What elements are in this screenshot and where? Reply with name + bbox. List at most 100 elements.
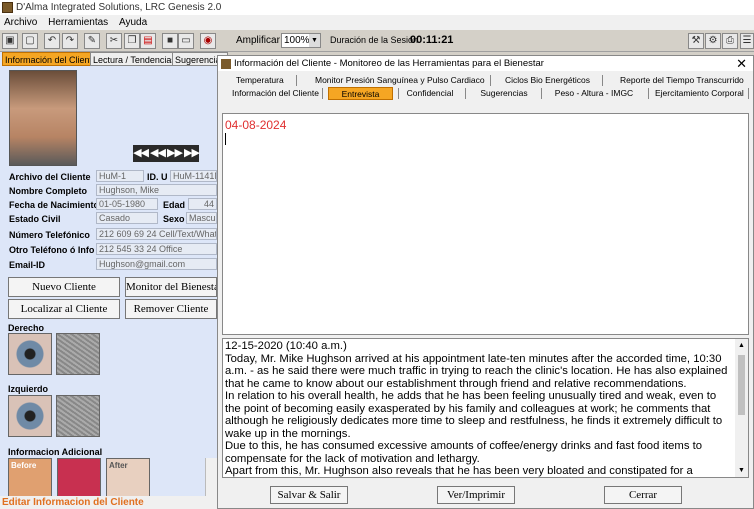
tab-separator <box>322 88 323 99</box>
menu-icon[interactable]: ☰ <box>740 33 754 49</box>
birthdate-field[interactable]: 01-05-1980 <box>96 198 158 210</box>
tools-icon[interactable]: ⚒ <box>688 33 704 49</box>
tab-exercise[interactable]: Ejercitamiento Corporal <box>655 87 744 100</box>
label-client-file: Archivo del Cliente <box>9 172 91 182</box>
close-button[interactable]: Cerrar <box>604 486 682 504</box>
new-client-button[interactable]: Nuevo Cliente <box>8 277 120 297</box>
wellness-monitor-button[interactable]: Monitor del Bienestar <box>125 277 217 297</box>
folder-icon[interactable]: ▭ <box>178 33 194 49</box>
client-photo <box>9 70 77 166</box>
copy-icon[interactable]: ❐ <box>124 33 140 49</box>
dialog-title: Información del Cliente - Monitoreo de l… <box>218 56 753 71</box>
menu-ayuda[interactable]: Ayuda <box>115 15 151 30</box>
tab-blood-pressure[interactable]: Monitor Presión Sanguínea y Pulso Cardia… <box>315 74 485 87</box>
email-field[interactable]: Hughson@gmail.com <box>96 258 217 270</box>
interview-editor[interactable]: 04-08-2024 <box>222 113 749 335</box>
left-iris-image[interactable] <box>8 395 52 437</box>
label-marital: Estado Civil <box>9 214 61 224</box>
amplify-label: Amplificar <box>236 35 280 46</box>
left-skin-image[interactable] <box>56 395 100 437</box>
menu-herramientas[interactable]: Herramientas <box>44 15 112 30</box>
redo-icon[interactable]: ↷ <box>62 33 78 49</box>
print-icon[interactable]: ⎙ <box>722 33 738 49</box>
close-icon[interactable]: ✕ <box>736 56 747 71</box>
zoom-value: 100% <box>284 35 310 46</box>
chevron-down-icon[interactable]: ▼ <box>309 34 320 47</box>
tab-separator <box>748 88 749 99</box>
stop-icon[interactable]: ■ <box>162 33 178 49</box>
nail-after-image[interactable]: After <box>106 458 150 500</box>
undo-icon[interactable]: ↶ <box>44 33 60 49</box>
dialog-icon <box>221 59 231 69</box>
left-eye-heading: Izquierdo <box>8 384 48 394</box>
tab-separator <box>541 88 542 99</box>
app-icon <box>2 2 13 13</box>
label-age: Edad <box>163 200 186 210</box>
save-exit-button[interactable]: Salvar & Salir <box>270 486 348 504</box>
tab-confidential[interactable]: Confidencial <box>405 87 455 100</box>
label-sex: Sexo <box>163 214 185 224</box>
tab-trends[interactable]: Lectura / Tendencias <box>90 52 179 66</box>
edit-icon[interactable]: ✎ <box>84 33 100 49</box>
scroll-thumb[interactable] <box>738 355 745 415</box>
scroll-up-icon[interactable]: ▲ <box>735 339 748 352</box>
age-field[interactable]: 44 <box>188 198 217 210</box>
tab-separator <box>602 75 603 86</box>
zoom-select[interactable]: 100% ▼ <box>281 33 321 48</box>
nail-middle-image[interactable] <box>57 458 101 500</box>
client-file-field[interactable]: HuM-1 <box>96 170 144 182</box>
tab-weight-height[interactable]: Peso - Altura - IMGC <box>554 87 634 100</box>
label-email: Email-ID <box>9 260 46 270</box>
tab-separator <box>490 75 491 86</box>
label-id: ID. U <box>147 172 168 182</box>
view-print-button[interactable]: Ver/Imprimir <box>437 486 515 504</box>
right-skin-image[interactable] <box>56 333 100 375</box>
record-navigation[interactable]: ◀◀ ◀◀ ▶▶ ▶▶ <box>133 145 200 162</box>
label-full-name: Nombre Completo <box>9 186 88 196</box>
tab-elapsed-report[interactable]: Reporte del Tiempo Transcurrido <box>620 74 744 87</box>
phone-field[interactable]: 212 609 69 24 Cell/Text/Whatsapp <box>96 228 217 240</box>
marital-status-field[interactable]: Casado <box>96 212 158 224</box>
tab-suggestions[interactable]: Sugerencias <box>476 87 532 100</box>
left-scrollbar[interactable] <box>205 458 217 496</box>
notes-scrollbar[interactable]: ▲ ▼ <box>735 339 748 477</box>
tab-temperature[interactable]: Temperatura <box>236 74 284 87</box>
tab-interview[interactable]: Entrevista <box>328 87 393 100</box>
save-icon[interactable]: ▣ <box>2 33 18 49</box>
right-iris-image[interactable] <box>8 333 52 375</box>
id-field[interactable]: HuM-1141NJ <box>170 170 217 182</box>
wellness-dialog: Información del Cliente - Monitoreo de l… <box>217 55 754 509</box>
locate-client-button[interactable]: Localizar al Cliente <box>8 299 120 319</box>
additional-info-heading: Informacion Adicional <box>8 447 103 457</box>
label-other-phone: Otro Teléfono ó Info <box>9 245 95 255</box>
nail-before-image[interactable]: Before <box>8 458 52 500</box>
remove-client-button[interactable]: Remover Cliente <box>125 299 217 319</box>
paste-icon[interactable]: ▤ <box>140 33 156 49</box>
window-title: D'Alma Integrated Solutions, LRC Genesis… <box>0 0 754 15</box>
right-eye-heading: Derecho <box>8 323 45 333</box>
cut-icon[interactable]: ✂ <box>106 33 122 49</box>
menu-archivo[interactable]: Archivo <box>0 15 41 30</box>
full-name-field[interactable]: Hughson, Mike <box>96 184 217 196</box>
tab-client-info[interactable]: Información del Cliente <box>232 87 319 100</box>
tab-client-info[interactable]: Información del Cliente <box>2 52 101 66</box>
notes-textarea[interactable]: 12-15-2020 (10:40 a.m.) Today, Mr. Mike … <box>222 338 749 478</box>
other-phone-field[interactable]: 212 545 33 24 Office <box>96 243 217 255</box>
tab-bio-cycles[interactable]: Ciclos Bio Energéticos <box>505 74 590 87</box>
session-label: Duración de la Sesión <box>330 35 419 45</box>
settings-icon[interactable]: ⚙ <box>705 33 721 49</box>
tab-separator <box>465 88 466 99</box>
scroll-down-icon[interactable]: ▼ <box>735 464 748 477</box>
status-bar: Editar Informacion del Cliente <box>0 496 217 509</box>
session-timer: 00:11:21 <box>410 34 454 46</box>
tab-separator <box>296 75 297 86</box>
record-icon[interactable]: ◉ <box>200 33 216 49</box>
blank-icon[interactable]: ▢ <box>22 33 38 49</box>
editor-date: 04-08-2024 <box>225 118 287 132</box>
sex-field[interactable]: Masculino <box>186 212 217 224</box>
notes-text: 12-15-2020 (10:40 a.m.) Today, Mr. Mike … <box>225 340 728 477</box>
tab-separator <box>648 88 649 99</box>
text-cursor <box>225 133 226 145</box>
toolbar: ▣ ▢ ↶ ↷ ✎ ✂ ❐ ▤ ■ ▭ ◉ Amplificar 100% ▼ … <box>0 30 754 52</box>
label-birthdate: Fecha de Nacimiento <box>9 200 100 210</box>
